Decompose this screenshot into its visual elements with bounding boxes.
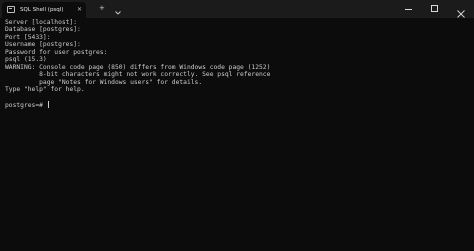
close-button[interactable] <box>448 0 474 18</box>
prompt-line[interactable]: postgres=# <box>5 100 465 109</box>
chevron-down-icon[interactable] <box>114 3 122 15</box>
maximize-button[interactable] <box>422 0 448 18</box>
text-cursor <box>47 100 49 108</box>
tab-title: SQL Shell (psql) <box>20 7 64 13</box>
close-tab-icon[interactable]: ✕ <box>77 5 82 15</box>
terminal-icon <box>7 6 15 13</box>
terminal-window: SQL Shell (psql) ✕ + Server [localhost]:… <box>0 0 474 251</box>
console-line: 8-bit characters might not work correctl… <box>5 71 271 79</box>
console-line: page "Notes for Windows users" for detai… <box>5 78 203 86</box>
prompt: postgres=# <box>5 101 47 109</box>
console-line: Database [postgres]: <box>5 26 81 34</box>
console-line: psql (15.3) <box>5 56 47 64</box>
minimize-button[interactable] <box>396 0 422 18</box>
new-tab-button[interactable]: + <box>99 3 105 13</box>
console-output[interactable]: Server [localhost]: Database [postgres]:… <box>5 19 465 109</box>
window-controls <box>396 0 474 18</box>
console-line: WARNING: Console code page (850) differs… <box>5 63 271 71</box>
scrollbar[interactable] <box>468 18 474 251</box>
title-bar: SQL Shell (psql) ✕ + <box>0 0 474 18</box>
close-icon <box>456 4 466 18</box>
tab-sql-shell[interactable]: SQL Shell (psql) ✕ <box>2 2 86 18</box>
console-line: Type "help" for help. <box>5 85 85 93</box>
console-line: Server [localhost]: <box>5 19 78 26</box>
console-line: Password for user postgres: <box>5 48 108 56</box>
console-line: Port [5433]: <box>5 33 51 41</box>
minimize-icon <box>405 9 412 10</box>
maximize-icon <box>431 5 438 12</box>
console-line: Username [postgres]: <box>5 41 81 49</box>
